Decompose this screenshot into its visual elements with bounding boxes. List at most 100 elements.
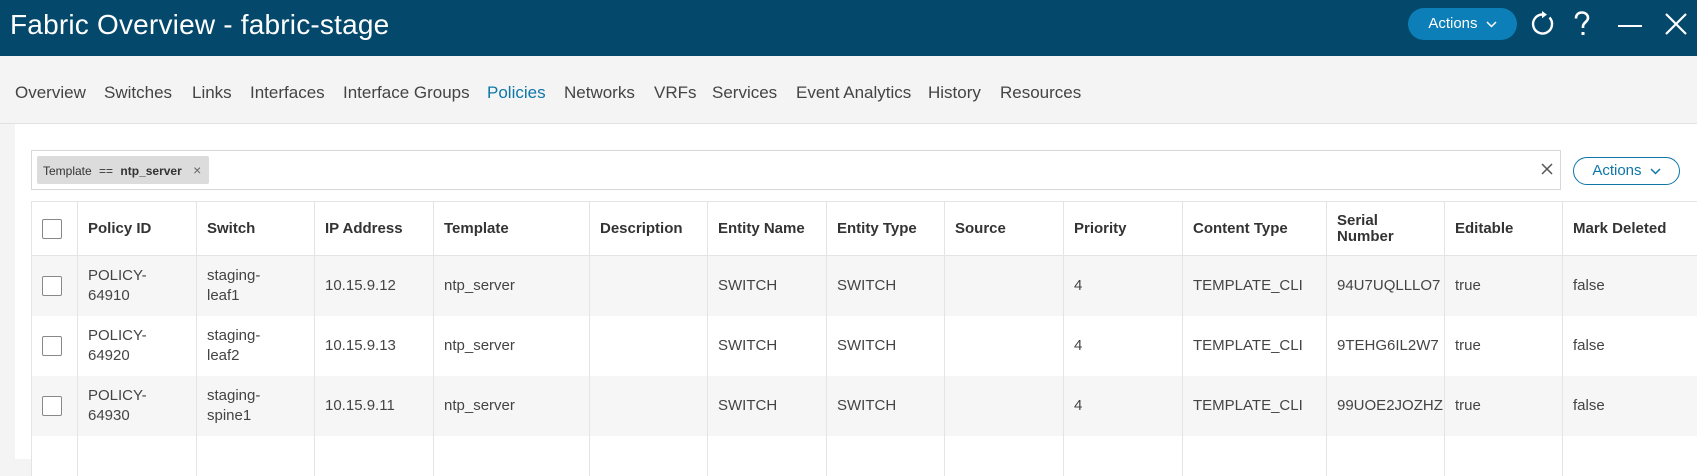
table-row[interactable]: POLICY-64910 staging-leaf1 10.15.9.12 nt… xyxy=(32,256,1697,316)
column-header[interactable]: Policy ID xyxy=(78,202,197,256)
clear-filter-icon[interactable] xyxy=(1536,158,1558,180)
tab-bar: Overview Switches Links Interfaces Inter… xyxy=(0,56,1697,124)
serial-cell: 9TEHG6IL2W7 xyxy=(1327,316,1445,376)
entity-type-cell: SWITCH xyxy=(827,256,945,316)
template-cell: ntp_server xyxy=(434,256,590,316)
row-checkbox[interactable] xyxy=(42,336,62,356)
tab-links[interactable]: Links xyxy=(192,83,232,103)
ip-cell: 10.15.9.13 xyxy=(315,316,434,376)
source-cell xyxy=(945,376,1064,436)
minimize-icon[interactable] xyxy=(1614,8,1646,40)
switch-line2: leaf2 xyxy=(207,347,240,364)
row-checkbox[interactable] xyxy=(42,276,62,296)
editable-cell: true xyxy=(1445,376,1563,436)
close-icon[interactable] xyxy=(1660,8,1692,40)
tab-policies[interactable]: Policies xyxy=(487,83,546,103)
column-header[interactable]: Serial Number xyxy=(1327,202,1445,256)
table-row[interactable]: POLICY-64930 staging-spine1 10.15.9.11 n… xyxy=(32,376,1697,436)
priority-cell: 4 xyxy=(1064,256,1183,316)
empty-cell xyxy=(827,436,945,476)
content-type-cell: TEMPLATE_CLI xyxy=(1183,376,1327,436)
tab-interfaces[interactable]: Interfaces xyxy=(250,83,325,103)
column-header[interactable]: Source xyxy=(945,202,1064,256)
editable-cell: true xyxy=(1445,256,1563,316)
row-select-cell xyxy=(32,376,78,436)
serial-cell: 99UOE2JOZHZ xyxy=(1327,376,1445,436)
refresh-icon[interactable] xyxy=(1527,8,1559,40)
filter-input[interactable]: Template == ntp_server × xyxy=(31,150,1561,190)
header-actions-label: Actions xyxy=(1428,15,1477,32)
remove-chip-icon[interactable]: × xyxy=(193,156,201,184)
column-header[interactable]: Description xyxy=(590,202,708,256)
empty-cell xyxy=(315,436,434,476)
filter-chip: Template == ntp_server × xyxy=(37,156,209,184)
column-header[interactable]: Template xyxy=(434,202,590,256)
entity-name-cell: SWITCH xyxy=(708,316,827,376)
policy-id-line1: POLICY- xyxy=(88,327,147,344)
table-actions-label: Actions xyxy=(1592,162,1641,179)
description-cell xyxy=(590,256,708,316)
template-cell: ntp_server xyxy=(434,376,590,436)
filter-chip-operator: == xyxy=(99,164,113,178)
row-select-cell xyxy=(32,316,78,376)
empty-cell xyxy=(1445,436,1563,476)
column-header[interactable]: Mark Deleted xyxy=(1563,202,1697,256)
entity-type-cell: SWITCH xyxy=(827,316,945,376)
tab-event-analytics[interactable]: Event Analytics xyxy=(796,83,911,103)
template-cell: ntp_server xyxy=(434,316,590,376)
source-cell xyxy=(945,256,1064,316)
policy-id-cell: POLICY-64910 xyxy=(78,256,197,316)
tab-services[interactable]: Services xyxy=(712,83,777,103)
column-header[interactable]: Entity Type xyxy=(827,202,945,256)
tab-switches[interactable]: Switches xyxy=(104,83,172,103)
header-actions-button[interactable]: Actions xyxy=(1408,8,1517,40)
help-icon[interactable] xyxy=(1566,8,1598,40)
table-row-empty xyxy=(32,436,1697,476)
table-row[interactable]: POLICY-64920 staging-leaf2 10.15.9.13 nt… xyxy=(32,316,1697,376)
column-header[interactable]: Priority xyxy=(1064,202,1183,256)
empty-cell xyxy=(1327,436,1445,476)
policy-id-line2: 64920 xyxy=(88,347,130,364)
switch-line1: staging- xyxy=(207,267,260,284)
policy-id-cell: POLICY-64930 xyxy=(78,376,197,436)
filter-chip-value: ntp_server xyxy=(120,164,181,178)
switch-line2: leaf1 xyxy=(207,287,240,304)
switch-line1: staging- xyxy=(207,387,260,404)
tab-vrfs[interactable]: VRFs xyxy=(654,83,697,103)
row-checkbox[interactable] xyxy=(42,396,62,416)
content-type-cell: TEMPLATE_CLI xyxy=(1183,256,1327,316)
row-select-cell xyxy=(32,256,78,316)
source-cell xyxy=(945,316,1064,376)
tab-interface-groups[interactable]: Interface Groups xyxy=(343,83,470,103)
policy-id-line1: POLICY- xyxy=(88,267,147,284)
policy-id-cell: POLICY- 64920 xyxy=(78,316,197,376)
table-actions-button[interactable]: Actions xyxy=(1573,157,1680,185)
tab-networks[interactable]: Networks xyxy=(564,83,635,103)
policy-id-line1: POLICY- xyxy=(88,387,147,404)
mark-deleted-cell: false xyxy=(1563,316,1697,376)
tab-overview[interactable]: Overview xyxy=(15,83,86,103)
empty-cell xyxy=(1563,436,1697,476)
empty-cell xyxy=(1183,436,1327,476)
select-all-checkbox[interactable] xyxy=(42,219,62,239)
serial-cell: 94U7UQLLLO7 xyxy=(1327,256,1445,316)
ip-cell: 10.15.9.11 xyxy=(315,376,434,436)
column-header[interactable]: Switch xyxy=(197,202,315,256)
column-header[interactable]: Content Type xyxy=(1183,202,1327,256)
switch-line2: spine1 xyxy=(207,407,251,424)
filter-chip-key: Template xyxy=(43,164,92,178)
title-bar: Fabric Overview - fabric-stage Actions xyxy=(0,0,1697,56)
empty-cell xyxy=(434,436,590,476)
mark-deleted-cell: false xyxy=(1563,376,1697,436)
table-header-row: Policy ID Switch IP Address Template Des… xyxy=(32,202,1697,256)
column-header[interactable]: IP Address xyxy=(315,202,434,256)
tab-resources[interactable]: Resources xyxy=(1000,83,1081,103)
column-header[interactable]: Editable xyxy=(1445,202,1563,256)
switch-cell: staging-spine1 xyxy=(197,376,315,436)
empty-cell xyxy=(78,436,197,476)
column-header[interactable]: Entity Name xyxy=(708,202,827,256)
tab-history[interactable]: History xyxy=(928,83,981,103)
ip-cell: 10.15.9.12 xyxy=(315,256,434,316)
entity-name-cell: SWITCH xyxy=(708,376,827,436)
description-cell xyxy=(590,316,708,376)
